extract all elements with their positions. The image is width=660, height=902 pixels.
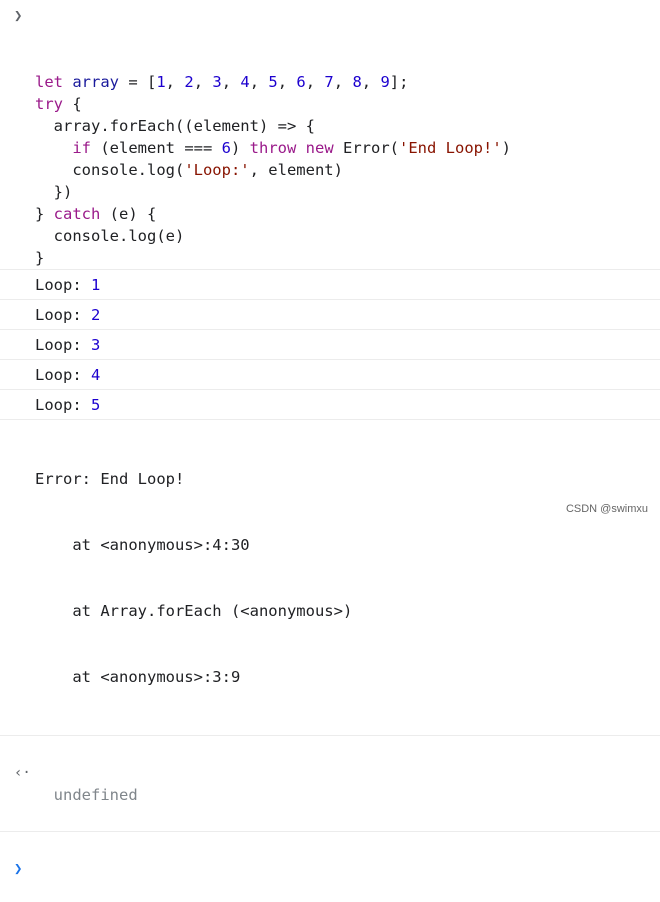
code-token: 7 (324, 73, 333, 91)
chevron-right-icon: ❯ (14, 5, 22, 27)
code-line: } catch (e) { (35, 203, 660, 225)
log-value: 5 (91, 396, 100, 414)
stack-line: at <anonymous>:4:30 (35, 534, 660, 556)
code-line: if (element === 6) throw new Error('End … (35, 137, 660, 159)
code-token: ]; (390, 73, 409, 91)
code-token: 4 (240, 73, 249, 91)
log-value: 4 (91, 366, 100, 384)
error-line: Error: End Loop! (35, 468, 660, 490)
log-entry: Loop: 3 (0, 329, 660, 359)
log-label: Loop: (35, 396, 91, 414)
code-token: console.log(e) (35, 227, 184, 245)
code-line: } (35, 247, 660, 269)
chevron-right-icon: ❯ (14, 858, 22, 880)
code-token: (element === (91, 139, 222, 157)
code-token: }) (35, 183, 72, 201)
code-token: let (35, 73, 72, 91)
log-entry: Loop: 5 (0, 389, 660, 419)
code-token (35, 139, 72, 157)
code-token: 3 (212, 73, 221, 91)
stack-line: at <anonymous>:3:9 (35, 666, 660, 688)
result-entry: ‹· undefined (0, 735, 660, 831)
log-label: Loop: (35, 276, 91, 294)
log-value: 3 (91, 336, 100, 354)
code-token: 9 (380, 73, 389, 91)
code-token: } (35, 205, 54, 223)
code-token: 6 (296, 73, 305, 91)
code-token: Error( (334, 139, 399, 157)
code-token: 2 (184, 73, 193, 91)
code-token: , (250, 73, 269, 91)
code-token: if (72, 139, 91, 157)
code-token: , (194, 73, 213, 91)
code-token: array.forEach((element) => { (35, 117, 315, 135)
code-token: 8 (352, 73, 361, 91)
code-token: , (334, 73, 353, 91)
code-token: = [ (119, 73, 156, 91)
code-line: array.forEach((element) => { (35, 115, 660, 137)
code-token: , (362, 73, 381, 91)
code-token: { (63, 95, 82, 113)
log-value: 1 (91, 276, 100, 294)
code-token: console.log( (35, 161, 184, 179)
console: ❯ let array = [1, 2, 3, 4, 5, 6, 7, 8, 9… (0, 0, 660, 863)
code-token: throw new (250, 139, 334, 157)
code-token: 1 (156, 73, 165, 91)
code-token: , (306, 73, 325, 91)
code-token: (e) { (100, 205, 156, 223)
log-entry: Loop: 4 (0, 359, 660, 389)
console-input-entry: ❯ let array = [1, 2, 3, 4, 5, 6, 7, 8, 9… (0, 0, 660, 269)
log-value: 2 (91, 306, 100, 324)
code-line: let array = [1, 2, 3, 4, 5, 6, 7, 8, 9]; (35, 71, 660, 93)
log-label: Loop: (35, 336, 91, 354)
console-prompt[interactable]: ❯ (0, 831, 660, 863)
log-entry: Loop: 2 (0, 299, 660, 329)
watermark: CSDN @swimxu (566, 503, 648, 515)
code-token: 'End Loop!' (399, 139, 502, 157)
code-token: , (166, 73, 185, 91)
log-entry: Loop: 1 (0, 269, 660, 299)
code-token: ) (502, 139, 511, 157)
log-label: Loop: (35, 306, 91, 324)
code-token: , (222, 73, 241, 91)
code-token: catch (54, 205, 101, 223)
code-token: 5 (268, 73, 277, 91)
code-line: }) (35, 181, 660, 203)
log-label: Loop: (35, 366, 91, 384)
code-token: array (72, 73, 119, 91)
code-token: ) (231, 139, 250, 157)
result-value: undefined (54, 786, 138, 804)
code-line: console.log(e) (35, 225, 660, 247)
stack-line: at Array.forEach (<anonymous>) (35, 600, 660, 622)
code-line: try { (35, 93, 660, 115)
error-output: Error: End Loop! at <anonymous>:4:30 at … (0, 419, 660, 735)
code-token: 6 (222, 139, 231, 157)
return-arrow-icon: ‹· (14, 762, 31, 784)
code-token: , element) (250, 161, 343, 179)
code-line: console.log('Loop:', element) (35, 159, 660, 181)
code-token: 'Loop:' (184, 161, 249, 179)
code-token: } (35, 249, 44, 267)
code-token: try (35, 95, 63, 113)
code-token: , (278, 73, 297, 91)
